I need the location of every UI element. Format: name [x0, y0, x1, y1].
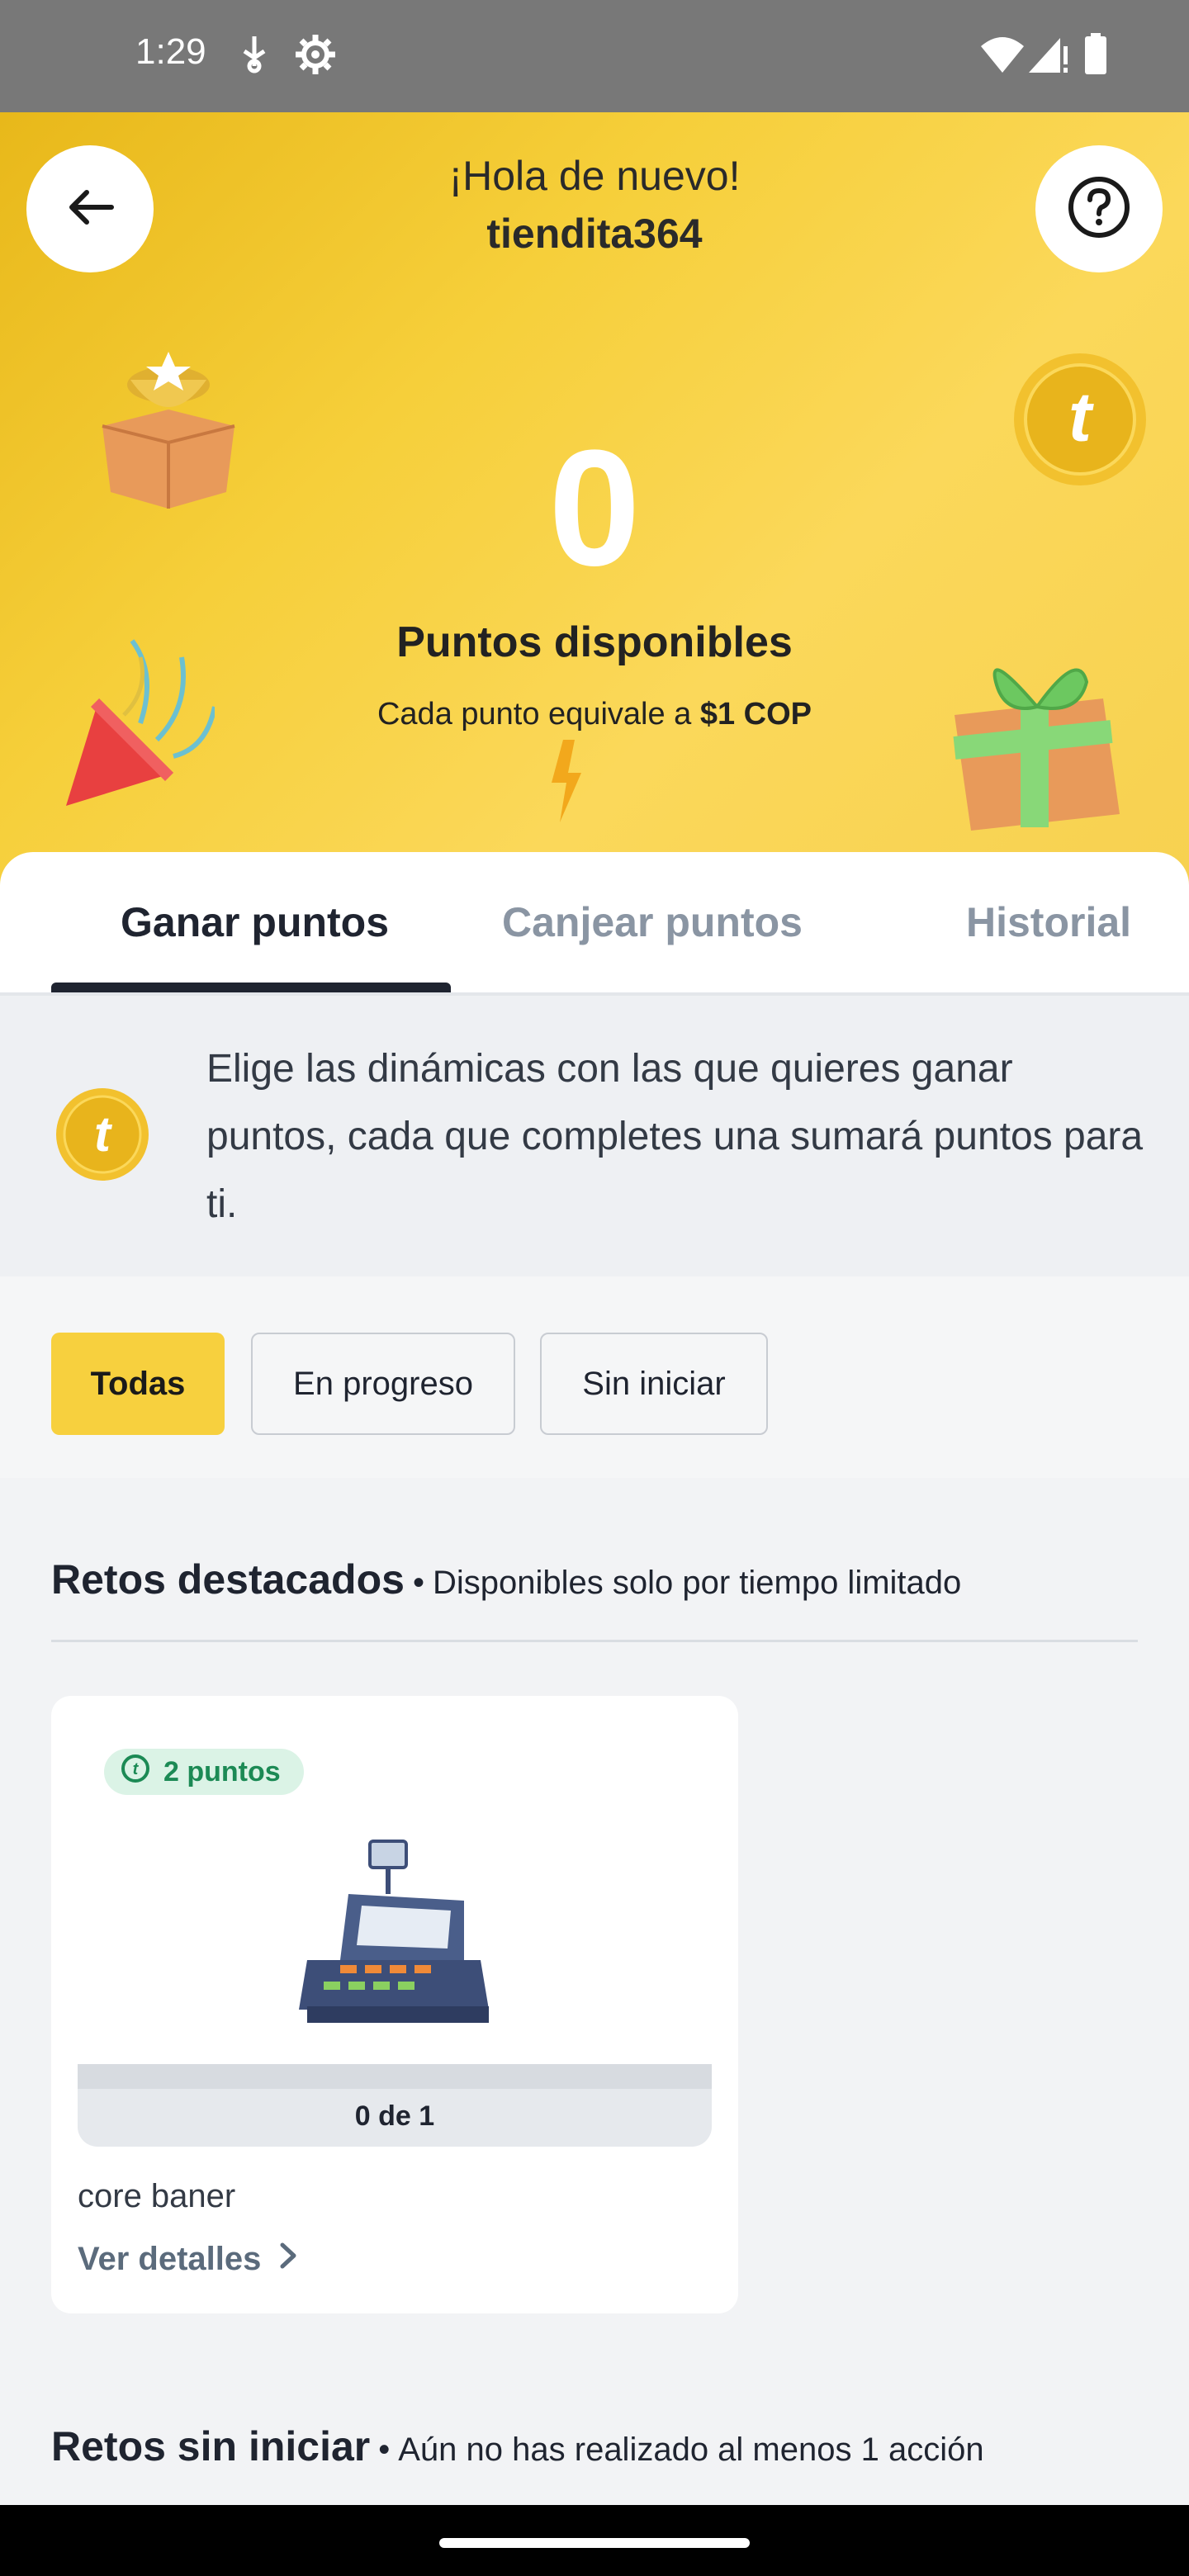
gear-icon [294, 33, 337, 80]
challenge-name: core baner [78, 2178, 236, 2214]
view-details-label: Ver detalles [78, 2241, 262, 2277]
not-started-subtitle: Aún no has realizado al menos 1 acción [398, 2432, 984, 2468]
intro-text: Elige las dinámicas con las que quieres … [206, 1047, 1144, 1226]
featured-title: Retos destacados [51, 1556, 405, 1603]
points-badge-label: 2 puntos [163, 1755, 281, 1788]
svg-text:t: t [133, 1760, 140, 1778]
featured-section-header: Retos destacados • Disponibles solo por ti… [51, 1556, 962, 1603]
points-equivalence: Cada punto equivale a $1 COP [0, 697, 1189, 732]
chevron-right-icon [279, 2241, 297, 2278]
view-details-link[interactable]: Ver detalles [78, 2241, 297, 2278]
wifi-icon [979, 35, 1026, 78]
greeting: ¡Hola de nuevo! [448, 153, 741, 199]
coin-outline-icon: t [121, 1754, 150, 1791]
divider [51, 1640, 1138, 1642]
progress-label: 0 de 1 [354, 2100, 435, 2132]
status-time: 1:29 [135, 31, 206, 72]
points-equivalence-value: $1 COP [699, 697, 812, 732]
tab-bar: Ganar puntos Canjear puntos Historial [0, 852, 1189, 994]
home-gesture-handle[interactable] [439, 2538, 750, 2548]
svg-text:t: t [94, 1106, 113, 1162]
signal-icon [1027, 35, 1068, 78]
coin-icon: t [54, 1087, 150, 1186]
points-header: ¡Hola de nuevo! tiendita364 t 0 Puntos d… [0, 112, 1189, 885]
filter-bar: Todas En progreso Sin iniciar [0, 1276, 1189, 1478]
tab-canjear-puntos[interactable]: Canjear puntos [502, 898, 803, 946]
battery-icon [1083, 33, 1108, 80]
cash-register-illustration [291, 1836, 497, 2035]
help-button[interactable] [1035, 145, 1163, 272]
filter-sin-iniciar[interactable]: Sin iniciar [540, 1333, 768, 1435]
progress-bar-track [78, 2064, 712, 2089]
challenge-progress: 0 de 1 [78, 2064, 712, 2147]
active-tab-indicator [51, 983, 451, 992]
system-nav-bar [0, 2505, 1189, 2576]
challenge-card[interactable]: t 2 puntos 0 de 1 core baner Ver detalle… [51, 1696, 738, 2313]
usb-debug-icon [238, 33, 271, 80]
filter-todas[interactable]: Todas [51, 1333, 225, 1435]
not-started-title: Retos sin iniciar [51, 2423, 371, 2469]
points-balance: 0 [548, 416, 641, 600]
username: tiendita364 [486, 211, 703, 257]
tab-historial[interactable]: Historial [966, 898, 1131, 946]
points-equivalence-text: Cada punto equivale a [377, 697, 700, 732]
question-icon [1066, 174, 1132, 244]
status-bar: 1:29 [0, 0, 1189, 112]
intro-panel: t Elige las dinámicas con las que quiere… [0, 996, 1189, 1276]
lightning-icon [548, 740, 585, 826]
filter-en-progreso[interactable]: En progreso [251, 1333, 515, 1435]
featured-subtitle: Disponibles solo por tiempo limitado [432, 1565, 962, 1601]
not-started-section-header: Retos sin iniciar • Aún no has realizado a… [51, 2423, 984, 2469]
tab-ganar-puntos[interactable]: Ganar puntos [121, 898, 389, 946]
points-badge: t 2 puntos [104, 1749, 304, 1795]
points-label: Puntos disponibles [396, 618, 793, 666]
